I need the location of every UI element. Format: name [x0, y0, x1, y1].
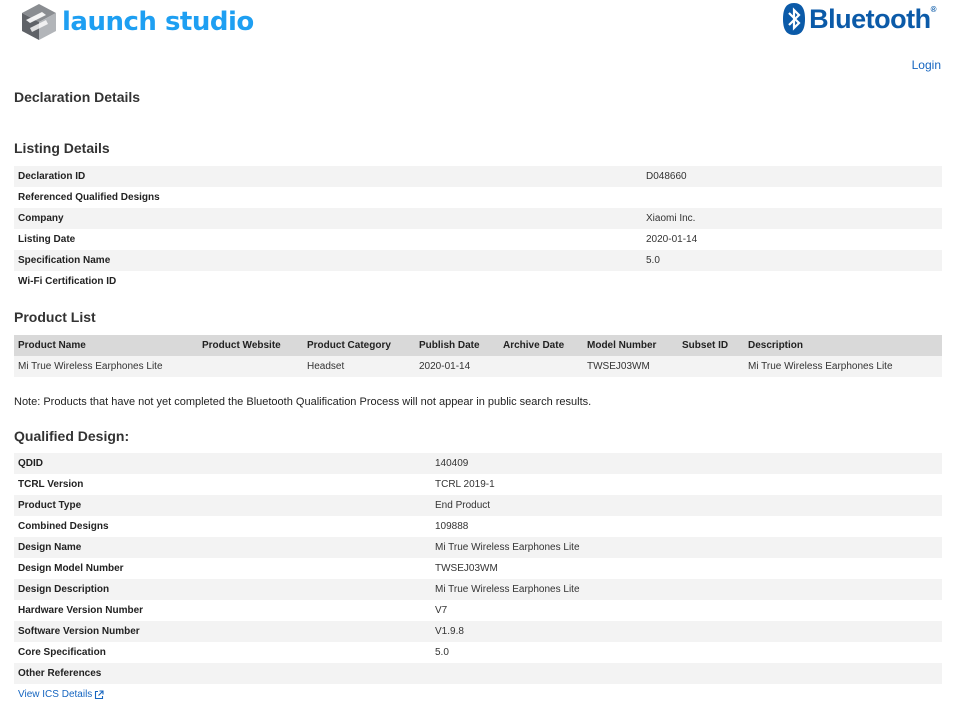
- launch-studio-cube-icon: [22, 4, 56, 40]
- table-row: Design Name Mi True Wireless Earphones L…: [14, 537, 942, 558]
- listing-details-heading: Listing Details: [14, 140, 110, 156]
- row-value: TCRL 2019-1: [435, 479, 495, 490]
- table-row: Combined Designs 109888: [14, 516, 942, 537]
- login-link[interactable]: Login: [912, 58, 941, 72]
- row-value: [431, 663, 942, 684]
- cell-product-website: [198, 356, 303, 377]
- row-value: Mi True Wireless Earphones Lite: [431, 579, 942, 600]
- view-ics-details-link[interactable]: View ICS Details: [18, 689, 104, 700]
- row-key: Product Type: [14, 495, 431, 516]
- table-row: Listing Date 2020-01-14: [14, 229, 942, 250]
- table-row: Design Model Number TWSEJ03WM: [14, 558, 942, 579]
- table-row: Mi True Wireless Earphones Lite Headset …: [14, 356, 942, 377]
- row-key: Declaration ID: [14, 166, 642, 187]
- product-list-table: Product Name Product Website Product Cat…: [14, 335, 942, 377]
- column-header-product-name: Product Name: [14, 335, 198, 356]
- table-row: QDID 140409: [14, 453, 942, 474]
- qualification-note: Note: Products that have not yet complet…: [14, 396, 592, 408]
- row-key: Other References: [14, 663, 431, 684]
- row-key: Core Specification: [18, 647, 106, 658]
- launch-studio-wordmark: launch studio: [62, 7, 254, 37]
- cell-archive-date: [499, 356, 583, 377]
- page-title: Declaration Details: [14, 89, 141, 105]
- table-row: Design Description Mi True Wireless Earp…: [14, 579, 942, 600]
- row-key: Specification Name: [14, 250, 642, 271]
- row-value: D048660: [642, 166, 942, 187]
- table-row: Other References: [14, 663, 942, 684]
- cell-description: Mi True Wireless Earphones Lite: [744, 356, 942, 377]
- row-value: V7: [435, 605, 448, 616]
- row-key: Referenced Qualified Designs: [18, 192, 160, 203]
- cell-publish-date: 2020-01-14: [415, 356, 499, 377]
- registered-mark: ®: [930, 4, 937, 14]
- row-key: Design Model Number: [18, 563, 124, 574]
- row-value: 140409: [431, 453, 942, 474]
- bluetooth-logo: Bluetooth®: [782, 2, 937, 36]
- row-key: Hardware Version Number: [18, 605, 144, 616]
- table-row: Company Xiaomi Inc.: [14, 208, 942, 229]
- row-value: 2020-01-14: [646, 234, 698, 245]
- row-key: Design Description: [14, 579, 431, 600]
- cell-product-category: Headset: [303, 356, 415, 377]
- table-row: Wi-Fi Certification ID: [14, 271, 942, 292]
- qualified-design-heading: Qualified Design:: [14, 428, 130, 444]
- row-key: Design Name: [14, 537, 431, 558]
- product-list-heading: Product List: [14, 309, 96, 325]
- external-link-icon: [95, 689, 104, 699]
- row-key: QDID: [14, 453, 431, 474]
- table-row: Referenced Qualified Designs: [14, 187, 942, 208]
- column-header-publish-date: Publish Date: [415, 335, 499, 356]
- column-header-product-website: Product Website: [198, 335, 303, 356]
- row-key: Company: [14, 208, 642, 229]
- row-key: TCRL Version: [18, 479, 84, 490]
- table-row: Specification Name 5.0: [14, 250, 942, 271]
- row-value: 5.0: [642, 250, 942, 271]
- column-header-subset-id: Subset ID: [678, 335, 744, 356]
- row-value: Xiaomi Inc.: [642, 208, 942, 229]
- bluetooth-wordmark: Bluetooth®: [809, 3, 937, 34]
- row-value: Mi True Wireless Earphones Lite: [431, 537, 942, 558]
- column-header-product-category: Product Category: [303, 335, 415, 356]
- row-key: Listing Date: [18, 234, 76, 245]
- row-value: [642, 187, 942, 208]
- table-row: Hardware Version Number V7: [14, 600, 942, 621]
- listing-details-table: Declaration ID D048660 Referenced Qualif…: [14, 166, 942, 292]
- row-key: Wi-Fi Certification ID: [18, 276, 117, 287]
- row-value: 5.0: [435, 647, 449, 658]
- table-row: Software Version Number V1.9.8: [14, 621, 942, 642]
- table-header-row: Product Name Product Website Product Cat…: [14, 335, 942, 356]
- column-header-model-number: Model Number: [583, 335, 678, 356]
- column-header-description: Description: [744, 335, 942, 356]
- row-value: End Product: [431, 495, 942, 516]
- row-key: Software Version Number: [14, 621, 431, 642]
- row-value: [642, 271, 942, 292]
- cell-model-number: TWSEJ03WM: [583, 356, 678, 377]
- row-value: V1.9.8: [431, 621, 942, 642]
- cell-product-name: Mi True Wireless Earphones Lite: [14, 356, 198, 377]
- qualified-design-table: QDID 140409 TCRL Version TCRL 2019-1 Pro…: [14, 453, 942, 684]
- row-value: 109888: [435, 521, 469, 532]
- bluetooth-rune-icon: [783, 3, 806, 35]
- row-key: Combined Designs: [18, 521, 109, 532]
- table-row: Core Specification 5.0: [14, 642, 942, 663]
- row-value: TWSEJ03WM: [435, 563, 498, 574]
- launch-studio-logo[interactable]: launch studio: [20, 2, 254, 42]
- view-ics-details-label: View ICS Details: [18, 689, 93, 700]
- cell-subset-id: [678, 356, 744, 377]
- table-row: Declaration ID D048660: [14, 166, 942, 187]
- column-header-archive-date: Archive Date: [499, 335, 583, 356]
- table-row: Product Type End Product: [14, 495, 942, 516]
- table-row: TCRL Version TCRL 2019-1: [14, 474, 942, 495]
